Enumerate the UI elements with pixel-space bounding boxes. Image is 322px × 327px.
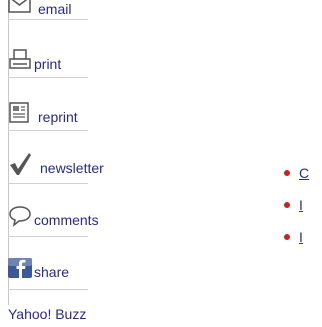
divider xyxy=(8,183,88,184)
bullet-dot xyxy=(284,202,290,208)
divider xyxy=(8,289,88,290)
divider xyxy=(8,19,88,20)
bullet-dot xyxy=(284,234,290,240)
speech-bubble-icon xyxy=(8,204,32,228)
reprint-label: reprint xyxy=(38,109,78,125)
yahoo-buzz-link[interactable]: Yahoo! Buzz xyxy=(8,306,86,322)
document-icon xyxy=(8,101,32,125)
list-item: I xyxy=(284,190,309,220)
list-item-link[interactable]: C xyxy=(299,165,309,181)
email-tool[interactable]: email xyxy=(8,0,71,17)
print-label: print xyxy=(34,56,62,72)
newsletter-label: newsletter xyxy=(40,160,104,176)
email-label: email xyxy=(38,1,72,17)
share-tool[interactable]: share xyxy=(8,250,69,280)
printer-icon xyxy=(8,48,32,72)
bullet-list: C I I xyxy=(284,158,309,254)
newsletter-tool[interactable]: newsletter xyxy=(8,146,104,176)
comments-label: comments xyxy=(34,212,99,228)
divider xyxy=(8,77,88,78)
facebook-icon xyxy=(8,256,32,280)
bullet-dot xyxy=(284,170,290,176)
envelope-icon xyxy=(8,0,32,17)
share-label: share xyxy=(34,264,70,280)
share-tools-panel: email print reprint newsletter comments … xyxy=(0,0,322,327)
print-tool[interactable]: print xyxy=(8,42,61,72)
list-item-link[interactable]: I xyxy=(299,229,303,245)
divider xyxy=(8,130,88,131)
reprint-tool[interactable]: reprint xyxy=(8,95,78,125)
comments-tool[interactable]: comments xyxy=(8,198,99,228)
list-item-link[interactable]: I xyxy=(299,197,303,213)
list-item: I xyxy=(284,222,309,252)
checkmark-icon xyxy=(8,152,32,176)
divider xyxy=(8,236,88,237)
list-item: C xyxy=(284,158,309,188)
